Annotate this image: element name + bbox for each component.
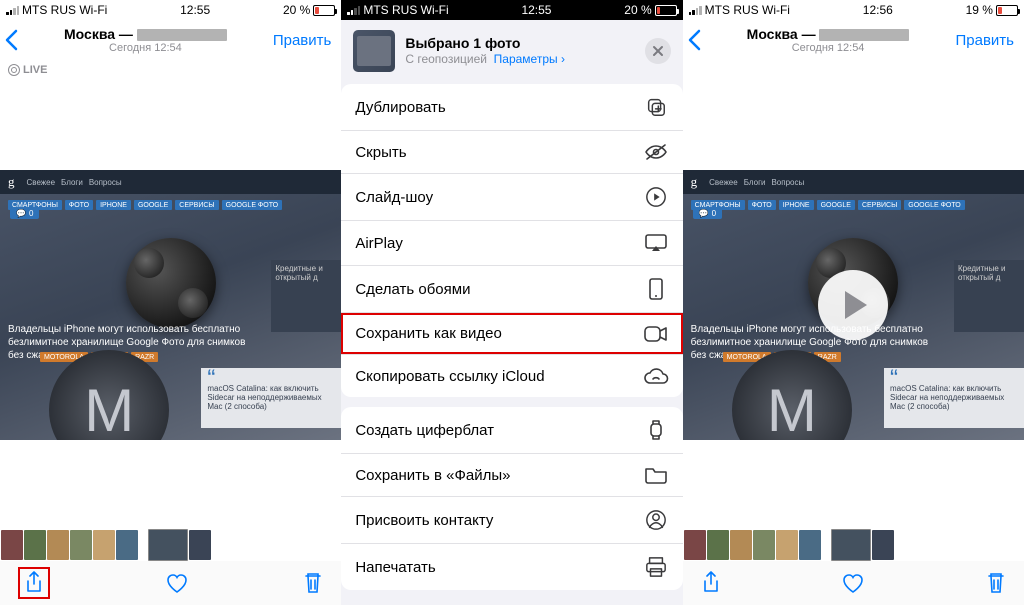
- action-airplay[interactable]: AirPlay: [341, 221, 682, 266]
- action-video[interactable]: Сохранить как видео: [341, 313, 682, 355]
- heart-icon: [841, 572, 865, 594]
- clock-label: 12:55: [180, 3, 210, 17]
- share-button[interactable]: [701, 571, 721, 595]
- airplay-icon: [643, 233, 669, 253]
- battery-percent: 20 %: [283, 3, 310, 17]
- live-icon: [8, 64, 20, 76]
- action-label: Сделать обоями: [355, 281, 470, 298]
- thumbnail-strip[interactable]: [683, 529, 1024, 561]
- close-button[interactable]: [645, 38, 671, 64]
- play-circle-icon: [643, 186, 669, 208]
- play-button[interactable]: [818, 270, 888, 340]
- delete-button[interactable]: [986, 571, 1006, 595]
- action-person[interactable]: Присвоить контакту: [341, 497, 682, 544]
- battery-percent: 19 %: [966, 3, 993, 17]
- signal-icon: [689, 5, 702, 15]
- action-eye-off[interactable]: Скрыть: [341, 131, 682, 174]
- phone-icon: [643, 278, 669, 300]
- video-content[interactable]: g Свежее Блоги Вопросы СМАРТФОНЫ ФОТО IP…: [683, 170, 1024, 440]
- action-label: Присвоить контакту: [355, 512, 493, 529]
- share-icon: [24, 571, 44, 595]
- action-label: Сохранить как видео: [355, 325, 501, 342]
- back-button[interactable]: [687, 29, 701, 51]
- bottom-toolbar: [0, 561, 341, 605]
- action-watch[interactable]: Создать циферблат: [341, 407, 682, 454]
- action-label: Создать циферблат: [355, 422, 494, 439]
- duplicate-icon: [643, 96, 669, 118]
- trash-icon: [986, 571, 1006, 595]
- status-bar: MTS RUS Wi-Fi 12:55 20 %: [341, 0, 682, 20]
- person-icon: [643, 509, 669, 531]
- screen-photo-view: MTS RUS Wi-Fi 12:55 20 % Москва — Сегодн…: [0, 0, 341, 605]
- nav-header: Москва — Сегодня 12:54 Править: [683, 20, 1024, 56]
- battery-percent: 20 %: [624, 3, 651, 17]
- share-thumbnail: [353, 30, 395, 72]
- live-badge: LIVE: [8, 64, 47, 76]
- print-icon: [643, 556, 669, 578]
- signal-icon: [6, 5, 19, 15]
- status-bar: MTS RUS Wi-Fi 12:55 20 %: [0, 0, 341, 20]
- action-folder[interactable]: Сохранить в «Файлы»: [341, 454, 682, 497]
- thumbnail-strip[interactable]: [0, 529, 341, 561]
- heart-icon: [165, 572, 189, 594]
- delete-button[interactable]: [303, 571, 323, 595]
- trash-icon: [303, 571, 323, 595]
- signal-icon: [347, 5, 360, 15]
- bottom-toolbar: [683, 561, 1024, 605]
- action-label: Дублировать: [355, 99, 445, 116]
- clock-label: 12:55: [521, 3, 551, 17]
- folder-icon: [643, 466, 669, 484]
- screen-video-view: MTS RUS Wi-Fi 12:56 19 % Москва — Сегодн…: [683, 0, 1024, 605]
- page-title: Москва —: [18, 26, 273, 42]
- action-label: Сохранить в «Файлы»: [355, 467, 510, 484]
- carrier-label: MTS RUS Wi-Fi: [363, 3, 448, 17]
- page-subtitle: Сегодня 12:54: [701, 42, 956, 55]
- screen-share-sheet: MTS RUS Wi-Fi 12:55 20 % Выбрано 1 фото …: [341, 0, 682, 605]
- share-actions-group-2: Создать циферблат Сохранить в «Файлы» Прис…: [341, 407, 682, 590]
- action-cloud[interactable]: Скопировать ссылку iCloud: [341, 355, 682, 397]
- action-label: Напечатать: [355, 559, 435, 576]
- page-title: Москва —: [701, 26, 956, 42]
- action-duplicate[interactable]: Дублировать: [341, 84, 682, 131]
- carrier-label: MTS RUS Wi-Fi: [705, 3, 790, 17]
- battery-icon: [996, 5, 1018, 16]
- edit-button[interactable]: Править: [955, 32, 1014, 49]
- action-label: Скрыть: [355, 144, 406, 161]
- status-bar: MTS RUS Wi-Fi 12:56 19 %: [683, 0, 1024, 20]
- edit-button[interactable]: Править: [273, 32, 332, 49]
- action-label: Скопировать ссылку iCloud: [355, 368, 544, 385]
- action-play-circle[interactable]: Слайд-шоу: [341, 174, 682, 221]
- redacted-text: [819, 29, 909, 41]
- eye-off-icon: [643, 143, 669, 161]
- share-options-link[interactable]: Параметры ›: [494, 52, 565, 66]
- cloud-icon: [643, 367, 669, 385]
- page-subtitle: Сегодня 12:54: [18, 42, 273, 55]
- carrier-label: MTS RUS Wi-Fi: [22, 3, 107, 17]
- battery-icon: [313, 5, 335, 16]
- close-icon: [652, 45, 664, 57]
- share-button[interactable]: [18, 567, 50, 599]
- nav-header: Москва — Сегодня 12:54 Править: [0, 20, 341, 56]
- share-icon: [701, 571, 721, 595]
- action-label: AirPlay: [355, 235, 403, 252]
- clock-label: 12:56: [863, 3, 893, 17]
- redacted-text: [137, 29, 227, 41]
- share-sheet-header: Выбрано 1 фото С геопозицией Параметры ›: [341, 20, 682, 84]
- watch-icon: [643, 419, 669, 441]
- video-icon: [643, 326, 669, 342]
- favorite-button[interactable]: [841, 572, 865, 594]
- share-actions-group-1: Дублировать Скрыть Слайд-шоу AirPlay Сделать…: [341, 84, 682, 397]
- favorite-button[interactable]: [165, 572, 189, 594]
- share-subtitle: С геопозицией Параметры ›: [405, 52, 634, 67]
- battery-icon: [655, 5, 677, 16]
- share-title: Выбрано 1 фото: [405, 35, 634, 53]
- action-phone[interactable]: Сделать обоями: [341, 266, 682, 313]
- action-print[interactable]: Напечатать: [341, 544, 682, 590]
- photo-content[interactable]: g Свежее Блоги Вопросы СМАРТФОНЫ ФОТО IP…: [0, 170, 341, 440]
- action-label: Слайд-шоу: [355, 189, 433, 206]
- back-button[interactable]: [4, 29, 18, 51]
